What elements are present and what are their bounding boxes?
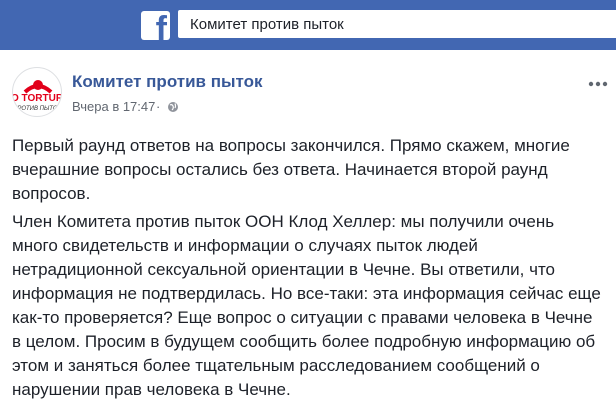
avatar-text-top: O TORTUR [13,93,62,104]
separator-dot: · [156,99,161,114]
globe-icon[interactable] [167,100,179,118]
more-options-icon[interactable] [586,72,610,96]
facebook-logo-letter: f [155,11,167,40]
search-input[interactable] [190,14,610,34]
avatar-text-bottom: ПРОТИВ ПЫТОК [13,106,62,112]
post-paragraph-2: Член Комитета против пыток ООН Клод Хелл… [12,212,601,399]
post-timestamp[interactable]: Вчера в 17:47 [72,99,155,114]
post-card: O TORTUR ПРОТИВ ПЫТОК Комитет против пыт… [0,50,616,406]
committee-logo-icon: O TORTUR ПРОТИВ ПЫТОК [13,80,62,112]
avatar[interactable]: O TORTUR ПРОТИВ ПЫТОК [12,67,62,117]
top-navigation-bar: f [0,0,616,50]
facebook-logo-icon[interactable]: f [141,11,170,40]
search-box[interactable] [178,10,616,38]
post-paragraph-1: Первый раунд ответов на вопросы закончил… [12,136,570,203]
page-name-link[interactable]: Комитет против пыток [72,72,263,92]
